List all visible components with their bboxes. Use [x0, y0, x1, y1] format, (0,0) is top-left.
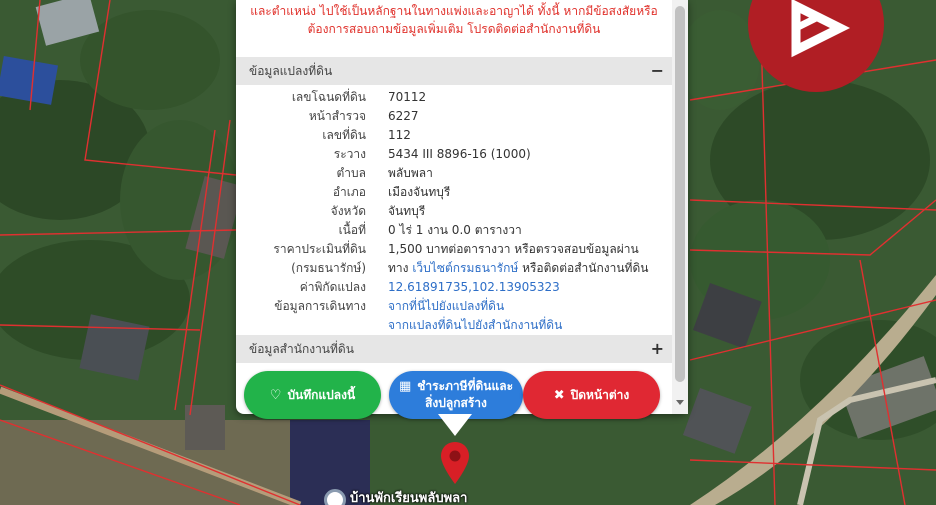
row-label: เลขโฉนดที่ดิน — [291, 90, 366, 104]
legal-notice: และตำแหน่ง ไปใช้เป็นหลักฐานในทางแพ่งและอ… — [236, 0, 672, 56]
land-info-popup: และตำแหน่ง ไปใช้เป็นหลักฐานในทางแพ่งและอ… — [236, 0, 688, 414]
save-parcel-button[interactable]: ♡ บันทึกแปลงนี้ — [244, 371, 381, 419]
coordinates-link[interactable]: 12.61891735,102.13905323 — [388, 278, 560, 297]
close-icon: ✖ — [553, 387, 565, 403]
row-label: (กรมธนารักษ์) — [291, 261, 366, 275]
row-deed-number: เลขโฉนดที่ดิน 70112 — [236, 88, 672, 107]
row-value: 5434 III 8896-16 (1000) — [388, 147, 531, 161]
row-area: เนื้อที่ 0 ไร่ 1 งาน 0.0 ตารางวา — [236, 221, 672, 240]
row-map-sheet: ระวาง 5434 III 8896-16 (1000) — [236, 145, 672, 164]
building-icon: ▦ — [398, 379, 412, 394]
row-land-number: เลขที่ดิน 112 — [236, 126, 672, 145]
land-section-title: ข้อมูลแปลงที่ดิน — [249, 64, 333, 78]
pay-land-tax-text-1: ชำระภาษีที่ดินและ — [417, 379, 514, 393]
scrollbar-thumb[interactable] — [675, 6, 685, 382]
value-suffix: หรือติดต่อสำนักงานที่ดิน — [518, 261, 649, 275]
current-location-icon — [324, 489, 346, 505]
treasury-website-link[interactable]: เว็บไซต์กรมธนารักษ์ — [412, 261, 518, 275]
pay-land-tax-line-1: ▦ ชำระภาษีที่ดินและ — [399, 378, 513, 395]
row-district: อำเภอ เมืองจันทบุรี — [236, 183, 672, 202]
pay-land-tax-label: ▦ ชำระภาษีที่ดินและ สิ่งปลูกสร้าง — [399, 378, 513, 412]
close-window-label: ปิดหน้าต่าง — [570, 387, 630, 402]
scroll-down-icon[interactable] — [676, 400, 684, 405]
row-value: จันทบุรี — [388, 204, 426, 218]
row-value: 1,500 บาทต่อตารางวา หรือตรวจสอบข้อมูลผ่า… — [388, 242, 639, 256]
close-window-button[interactable]: ✖ ปิดหน้าต่าง — [523, 371, 660, 419]
notice-line-1: และตำแหน่ง ไปใช้เป็นหลักฐานในทางแพ่งและอ… — [250, 4, 658, 18]
heart-icon: ♡ — [269, 387, 282, 403]
directions-to-parcel-link[interactable]: จากที่นี่ไปยังแปลงที่ดิน — [388, 297, 504, 316]
row-label: อำเภอ — [332, 185, 366, 199]
pay-land-tax-button[interactable]: ▦ ชำระภาษีที่ดินและ สิ่งปลูกสร้าง — [389, 371, 523, 419]
row-label: ข้อมูลการเดินทาง — [274, 299, 366, 313]
value-prefix: ทาง — [388, 261, 413, 275]
row-value: เมืองจันทบุรี — [388, 185, 451, 199]
row-value: 112 — [388, 128, 411, 142]
expand-icon[interactable]: + — [651, 335, 664, 363]
land-section-header[interactable]: ข้อมูลแปลงที่ดิน − — [236, 57, 672, 85]
row-province: จังหวัด จันทบุรี — [236, 202, 672, 221]
row-directions-office: จากแปลงที่ดินไปยังสำนักงานที่ดิน — [236, 316, 672, 335]
row-survey-page: หน้าสำรวจ 6227 — [236, 107, 672, 126]
save-parcel-label: บันทึกแปลงนี้ — [287, 387, 356, 402]
collapse-icon[interactable]: − — [651, 57, 664, 85]
land-info-table: เลขโฉนดที่ดิน 70112 หน้าสำรวจ 6227 เลขที… — [236, 88, 672, 335]
notice-line-2: ต้องการสอบถามข้อมูลเพิ่มเติม โปรดติดต่อส… — [307, 22, 601, 36]
row-directions: ข้อมูลการเดินทาง จากที่นี่ไปยังแปลงที่ดิ… — [236, 297, 672, 316]
directions-to-office-link[interactable]: จากแปลงที่ดินไปยังสำนักงานที่ดิน — [388, 316, 562, 335]
row-appraised-price: ราคาประเมินที่ดิน 1,500 บาทต่อตารางวา หร… — [236, 240, 672, 259]
row-value: 0 ไร่ 1 งาน 0.0 ตารางวา — [388, 223, 522, 237]
pay-land-tax-line-2: สิ่งปลูกสร้าง — [425, 396, 487, 410]
row-label: ระวาง — [333, 147, 366, 161]
row-coordinates: ค่าพิกัดแปลง 12.61891735,102.13905323 — [236, 278, 672, 297]
row-label: ค่าพิกัดแปลง — [299, 280, 366, 294]
row-label: ตำบล — [336, 166, 366, 180]
row-treasury-dept: (กรมธนารักษ์) ทาง เว็บไซต์กรมธนารักษ์ หร… — [236, 259, 672, 278]
row-value: ทาง เว็บไซต์กรมธนารักษ์ หรือติดต่อสำนักง… — [388, 259, 648, 278]
row-label: จังหวัด — [330, 204, 366, 218]
brand-logo — [748, 0, 884, 92]
row-subdistrict: ตำบล พลับพลา — [236, 164, 672, 183]
row-label: ราคาประเมินที่ดิน — [273, 242, 366, 256]
row-value: พลับพลา — [388, 166, 433, 180]
row-label: หน้าสำรวจ — [308, 109, 366, 123]
popup-pointer — [438, 414, 472, 436]
row-label: เลขที่ดิน — [322, 128, 366, 142]
row-value: 6227 — [388, 109, 419, 123]
office-section-title: ข้อมูลสำนักงานที่ดิน — [249, 342, 354, 356]
row-label: เนื้อที่ — [338, 223, 366, 237]
map-place-label: บ้านพักเรียนพลับพลา — [350, 491, 468, 505]
row-value: 70112 — [388, 90, 427, 104]
office-section-header[interactable]: ข้อมูลสำนักงานที่ดิน + — [236, 335, 672, 363]
location-pin-icon[interactable] — [439, 440, 471, 486]
